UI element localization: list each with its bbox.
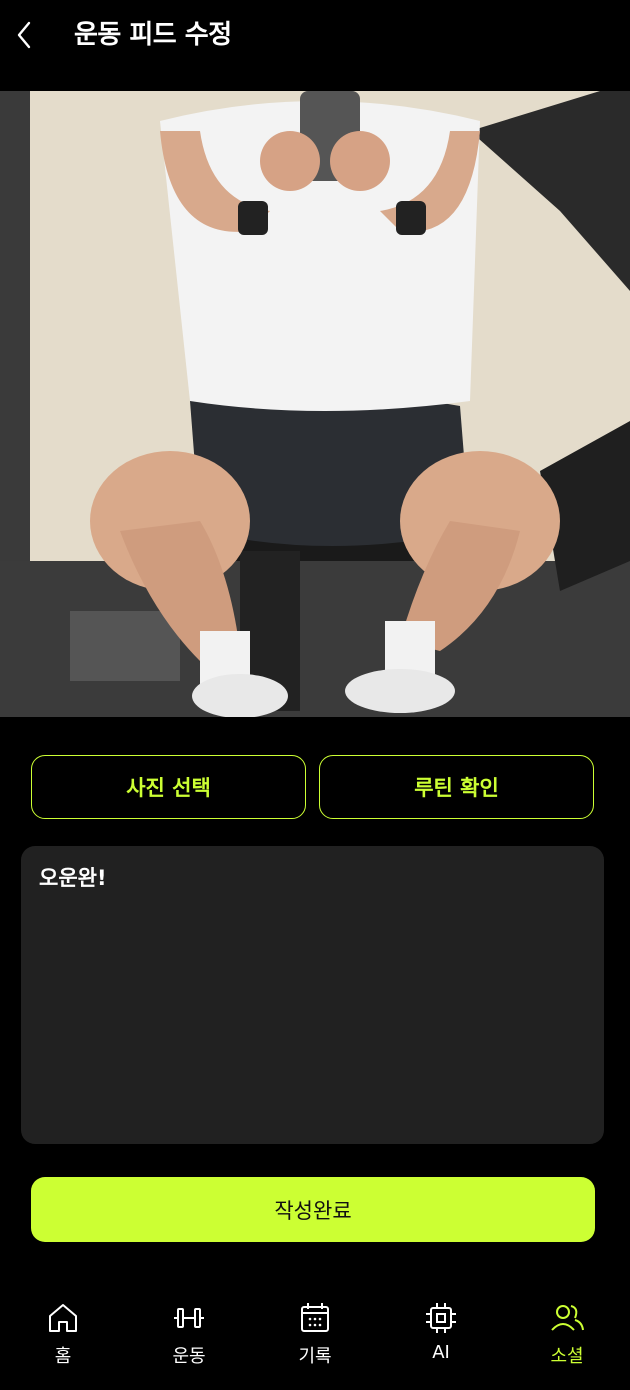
feed-photo — [0, 91, 630, 717]
check-routine-button[interactable]: 루틴 확인 — [319, 755, 594, 819]
nav-item-workout[interactable]: 운동 — [126, 1290, 252, 1390]
bottom-nav: 홈 운동 기록 AI 소셜 — [0, 1290, 630, 1390]
home-icon — [49, 1304, 77, 1332]
back-button[interactable] — [10, 18, 38, 52]
post-text-area[interactable]: 오운완! — [21, 846, 604, 1144]
nav-label-home: 홈 — [54, 1346, 72, 1367]
nav-item-ai[interactable]: AI — [378, 1290, 504, 1390]
nav-item-social[interactable]: 소셜 — [504, 1290, 630, 1390]
header: 운동 피드 수정 — [0, 0, 630, 72]
nav-label-ai: AI — [432, 1342, 450, 1363]
nav-label-social: 소셜 — [550, 1346, 584, 1367]
dumbbell-icon — [174, 1308, 204, 1328]
nav-label-workout: 운동 — [172, 1346, 206, 1367]
post-text: 오운완! — [39, 866, 107, 890]
users-icon — [551, 1305, 584, 1331]
chip-icon — [426, 1303, 456, 1333]
submit-button[interactable]: 작성완료 — [31, 1177, 595, 1242]
nav-item-records[interactable]: 기록 — [252, 1290, 378, 1390]
calendar-icon — [301, 1303, 329, 1332]
nav-item-home[interactable]: 홈 — [0, 1290, 126, 1390]
page-title: 운동 피드 수정 — [74, 20, 232, 50]
nav-label-records: 기록 — [298, 1346, 332, 1367]
chevron-left-icon — [17, 21, 31, 49]
select-photo-button[interactable]: 사진 선택 — [31, 755, 306, 819]
